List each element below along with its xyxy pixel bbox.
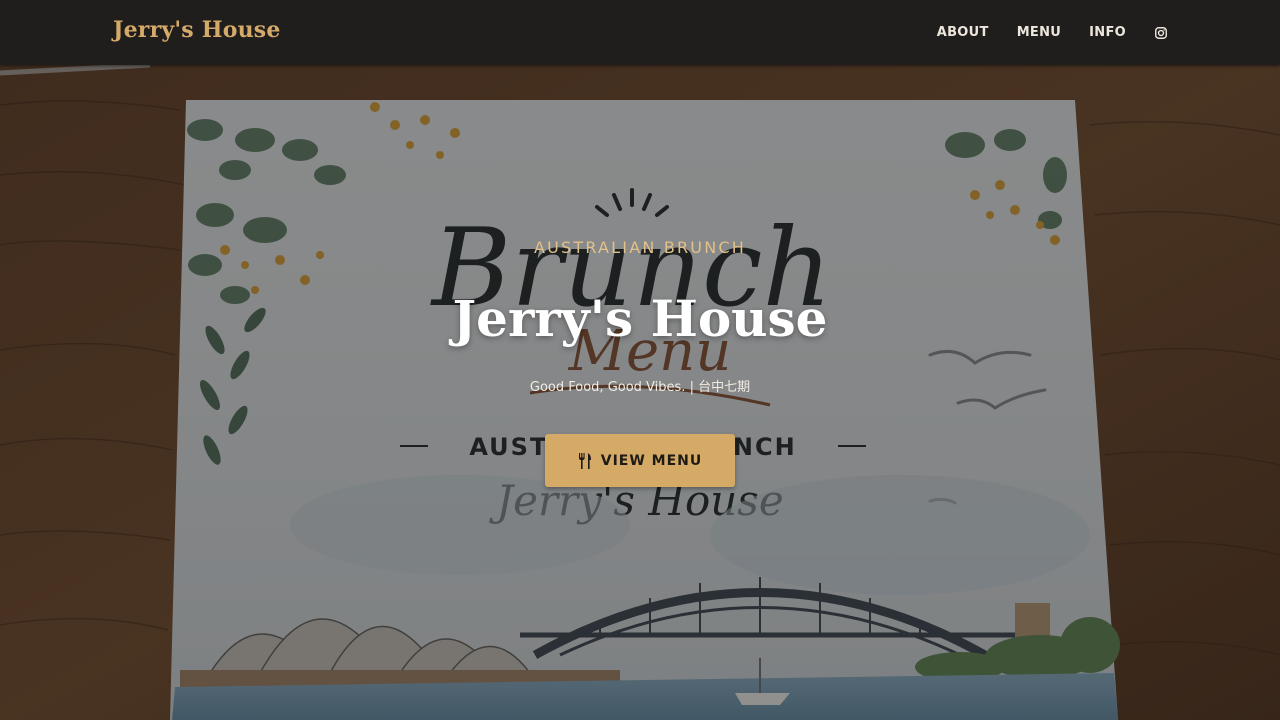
utensils-icon (578, 452, 591, 469)
view-menu-label: VIEW MENU (600, 452, 703, 469)
hero-subtitle: Good Food, Good Vibes. | 台中七期 (529, 380, 751, 395)
navbar: Jerry's House ABOUT MENU INFO (0, 0, 1280, 65)
brand-logo[interactable]: Jerry's House (113, 17, 281, 43)
hero-section: Brunch Menu AUSTRALIAN BRUNCH Jerry's Ho… (0, 65, 1280, 720)
nav-link-menu[interactable]: MENU (1017, 25, 1061, 40)
hero-kicker: AUSTRALIAN BRUNCH (533, 238, 746, 257)
hero-title: Jerry's House (452, 289, 828, 348)
nav-link-info[interactable]: INFO (1089, 25, 1126, 40)
nav-link-about[interactable]: ABOUT (937, 25, 989, 40)
instagram-icon[interactable] (1154, 26, 1168, 40)
view-menu-button[interactable]: VIEW MENU (545, 434, 735, 487)
nav-links: ABOUT MENU INFO (937, 0, 1168, 65)
